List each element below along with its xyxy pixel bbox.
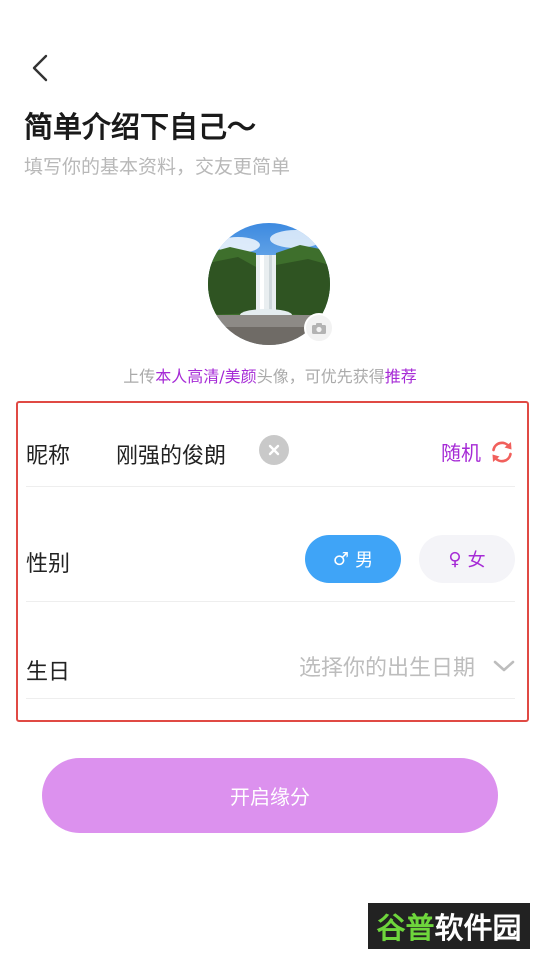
random-label: 随机 xyxy=(441,441,481,465)
upload-hint-text: 上传 xyxy=(123,367,156,386)
watermark-logo: 谷普软件园 xyxy=(368,903,530,949)
male-icon: ♂ xyxy=(332,548,350,570)
upload-hint-highlight: 本人高清/美颜 xyxy=(155,367,257,386)
nickname-row: 昵称 刚强的俊朗 随机 xyxy=(26,403,515,487)
back-button[interactable] xyxy=(22,50,58,86)
birthday-label: 生日 xyxy=(26,660,71,685)
gender-female-label: 女 xyxy=(467,550,486,571)
birthday-picker[interactable]: 选择你的出生日期 xyxy=(299,650,515,682)
upload-hint-highlight: 推荐 xyxy=(384,367,417,386)
page-title: 简单介绍下自己～ xyxy=(24,110,257,144)
camera-icon xyxy=(312,322,326,334)
gender-row: 性别 ♂ 男 ♀ 女 xyxy=(26,487,515,602)
chevron-down-icon xyxy=(493,660,515,672)
nickname-input[interactable]: 刚强的俊朗 xyxy=(116,438,226,470)
watermark-part2: 软件园 xyxy=(434,911,522,945)
chevron-left-icon xyxy=(32,54,48,82)
gender-female-button[interactable]: ♀ 女 xyxy=(419,535,515,583)
watermark-text: 谷普软件园 xyxy=(376,905,521,947)
gender-label: 性别 xyxy=(26,552,71,577)
gender-male-label: 男 xyxy=(355,550,374,571)
page-subtitle: 填写你的基本资料，交友更简单 xyxy=(24,156,291,178)
female-icon: ♀ xyxy=(448,548,462,570)
birthday-placeholder: 选择你的出生日期 xyxy=(298,656,475,681)
avatar-upload[interactable] xyxy=(208,223,334,345)
camera-badge[interactable] xyxy=(304,313,334,343)
random-nickname-button[interactable]: 随机 xyxy=(441,437,515,466)
birthday-row: 生日 选择你的出生日期 xyxy=(26,602,515,699)
nickname-label: 昵称 xyxy=(26,444,71,469)
upload-hint: 上传本人高清/美颜头像，可优先获得推荐 xyxy=(0,363,540,387)
watermark-part1: 谷普 xyxy=(376,911,435,945)
submit-button[interactable]: 开启缘分 xyxy=(42,758,498,833)
clear-icon xyxy=(268,444,280,456)
upload-hint-text: 头像，可优先获得 xyxy=(256,367,385,386)
clear-nickname-button[interactable] xyxy=(259,435,289,465)
profile-form: 昵称 刚强的俊朗 随机 性别 ♂ 男 ♀ 女 生日 选择你的出生日期 xyxy=(16,401,529,722)
refresh-icon xyxy=(492,441,512,462)
gender-male-button[interactable]: ♂ 男 xyxy=(305,535,401,583)
